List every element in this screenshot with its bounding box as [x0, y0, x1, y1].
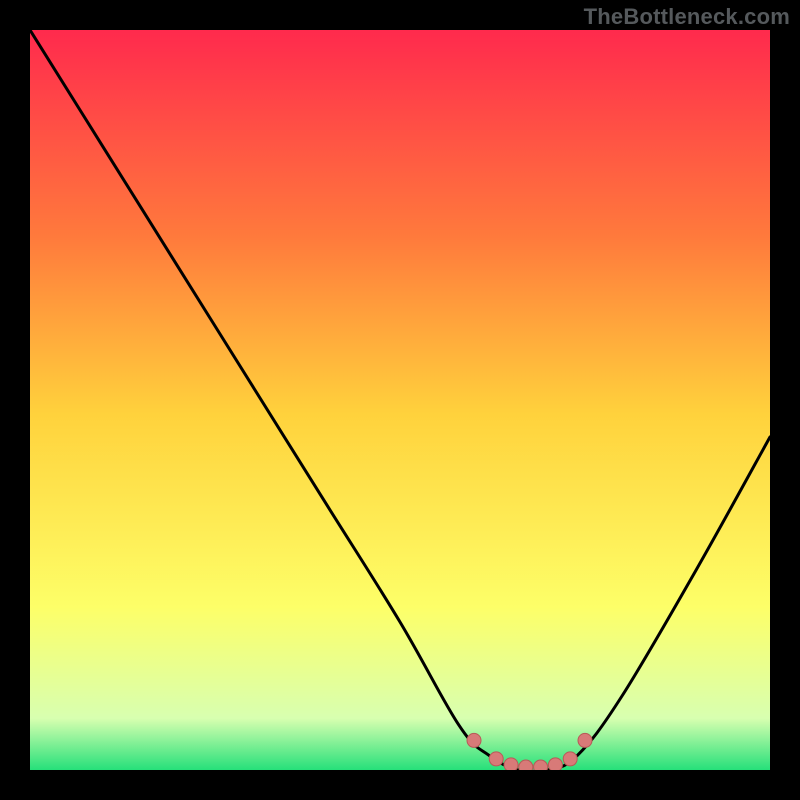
marker-dot	[467, 733, 481, 747]
marker-dot	[563, 752, 577, 766]
marker-dot	[489, 752, 503, 766]
curve-path	[30, 30, 770, 770]
marker-dot	[578, 733, 592, 747]
attribution-text: TheBottleneck.com	[584, 4, 790, 30]
bottleneck-curve	[30, 30, 770, 770]
marker-dot	[534, 760, 548, 770]
chart-stage: TheBottleneck.com	[0, 0, 800, 800]
marker-dot	[504, 758, 518, 770]
marker-dot	[548, 758, 562, 770]
marker-dot	[519, 760, 533, 770]
plot-area	[30, 30, 770, 770]
